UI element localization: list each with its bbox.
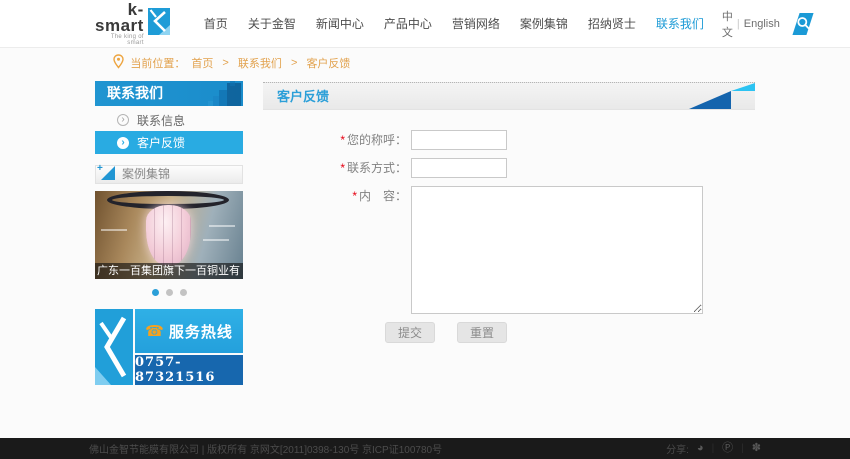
shelf-shape [101,229,127,231]
sidebar-item-label: 联系信息 [137,112,185,129]
lang-english[interactable]: English [744,18,780,30]
copyright-text: 佛山金智节能膜有限公司 | 版权所有 京网文[2011]0398-130号 京I… [89,441,442,456]
logo[interactable]: k-smart The king of smart [95,2,170,46]
breadcrumb-home[interactable]: 首页 [191,55,213,71]
message-field[interactable] [411,186,703,314]
contact-field-label: * 联系方式： [335,158,407,178]
shelf-shape [203,239,229,241]
cases-section-header: + 案例集锦 [95,165,243,184]
sidebar-item-label: 客户反馈 [137,134,185,151]
carousel-dot-1[interactable] [152,289,159,296]
lang-chinese[interactable]: 中文 [722,8,733,40]
service-hotline-banner[interactable]: ☎ 服务热线 0757-87321516 [95,309,243,385]
case-showcase-image[interactable]: 广东一百集团旗下一百铜业有 [95,191,243,279]
plus-corner-icon: + [97,162,115,185]
nav-item-products[interactable]: 产品中心 [374,0,442,48]
sidebar-item-feedback[interactable]: › 客户反馈 [95,131,243,154]
svg-text:+: + [97,163,103,174]
name-field-label: * 您的称呼： [335,130,407,150]
sidebar: 联系我们 › 联系信息 › 客户反馈 [95,78,243,385]
nav-item-contact[interactable]: 联系我们 [646,0,714,48]
carousel-dot-2[interactable] [166,289,173,296]
breadcrumb-prefix: 当前位置： [130,55,185,71]
form-row-contact: * 联系方式： [335,158,755,178]
nav-item-careers[interactable]: 招纳贤士 [578,0,646,48]
chevron-right-icon: › [117,114,129,126]
required-mark: * [340,158,345,178]
breadcrumb-separator: > [219,57,232,69]
corner-triangles-decoration [683,83,755,109]
cases-section-title: 案例集锦 [122,167,170,181]
search-button[interactable] [792,13,813,35]
sidebar-item-contact-info[interactable]: › 联系信息 [95,109,243,131]
hotline-label-row: ☎ 服务热线 [135,309,243,353]
nav-item-marketing[interactable]: 营销网络 [442,0,510,48]
hotline-right: ☎ 服务热线 0757-87321516 [135,309,243,385]
flower-share-icon[interactable]: ✽ [752,443,761,454]
nav-item-home[interactable]: 首页 [194,0,238,48]
submit-button[interactable]: 提交 [385,322,435,343]
logo-text: k-smart The king of smart [95,2,144,46]
reset-button[interactable]: 重置 [457,322,507,343]
case-caption: 广东一百集团旗下一百铜业有 [95,263,243,279]
name-field[interactable] [411,130,507,150]
required-mark: * [340,130,345,150]
page-title: 客户反馈 [263,83,755,110]
main-nav: 首页 关于金智 新闻中心 产品中心 营销网络 案例集锦 招纳贤士 联系我们 [194,0,714,48]
main-content: 客户反馈 * 您的称呼： * 联系方式： [263,78,755,343]
search-icon [793,16,813,33]
carousel-dot-3[interactable] [180,289,187,296]
share-bar: 分享: ◕ | Ⓟ | ✽ [666,441,761,456]
breadcrumb-contact[interactable]: 联系我们 [238,55,282,71]
nav-item-cases[interactable]: 案例集锦 [510,0,578,48]
sidebar-title: 联系我们 [95,81,243,106]
footer: 佛山金智节能膜有限公司 | 版权所有 京网文[2011]0398-130号 京I… [0,438,850,459]
sidebar-menu: › 联系信息 › 客户反馈 [95,109,243,154]
weibo-share-icon[interactable]: ◕ [697,443,704,454]
language-switch: 中文 | English [722,8,780,40]
nav-item-news[interactable]: 新闻中心 [306,0,374,48]
sidebar-title-label: 联系我们 [107,85,163,101]
breadcrumb: 当前位置： 首页 > 联系我们 > 客户反馈 [95,48,755,78]
message-field-label: * 内 容： [335,186,407,206]
carousel-dots [95,289,243,296]
mosaic-decoration [197,81,243,106]
contact-field[interactable] [411,158,507,178]
form-row-message: * 内 容： [335,186,755,314]
content-header: 客户反馈 [263,82,755,110]
k-logo-icon [95,309,133,385]
hotline-phone-number: 0757-87321516 [135,355,243,385]
nav-item-about[interactable]: 关于金智 [238,0,306,48]
telephone-icon: ☎ [145,322,165,340]
chevron-right-icon: › [117,137,129,149]
form-buttons: 提交 重置 [385,322,755,343]
breadcrumb-feedback: 客户反馈 [306,55,350,71]
breadcrumb-separator: > [288,57,301,69]
k-logo-icon [148,8,170,40]
lang-separator: | [737,18,740,30]
hotline-label: 服务热线 [169,321,233,342]
lamp-column-shape [146,205,191,265]
p-badge-share-icon[interactable]: Ⓟ [722,443,733,454]
share-separator: | [741,443,744,454]
shelf-shape [209,225,235,227]
feedback-form: * 您的称呼： * 联系方式： * 内 容： [263,110,755,343]
share-separator: | [712,443,715,454]
share-label: 分享: [666,441,689,456]
required-mark: * [352,186,357,206]
logo-name: k-smart [95,2,144,34]
form-row-name: * 您的称呼： [335,130,755,150]
top-bar: k-smart The king of smart 首页 关于金智 新闻中心 产… [0,0,850,48]
